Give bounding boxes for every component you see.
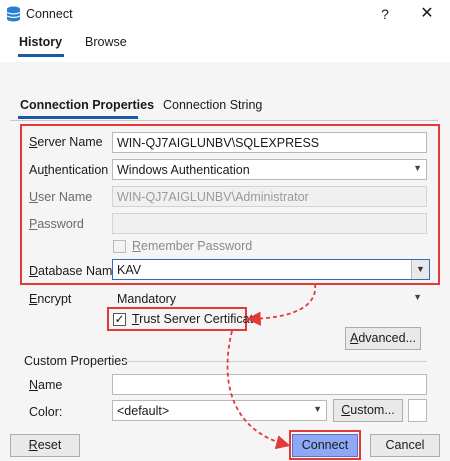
tab-history-indicator xyxy=(18,54,64,57)
chevron-down-icon: ▼ xyxy=(413,292,422,302)
encrypt-select[interactable]: Mandatory ▼ xyxy=(112,288,427,309)
color-label: Color: xyxy=(29,405,63,419)
server-name-label: Server Name xyxy=(29,135,103,149)
help-button[interactable]: ? xyxy=(375,4,395,24)
advanced-button[interactable]: Advanced... xyxy=(345,327,421,350)
chevron-down-icon[interactable]: ▼ xyxy=(411,260,429,279)
chevron-down-icon: ▼ xyxy=(413,163,422,173)
connect-button[interactable]: Connect xyxy=(292,434,358,457)
tab-browse[interactable]: Browse xyxy=(85,35,127,49)
reset-button[interactable]: Reset xyxy=(10,434,80,457)
server-name-field[interactable]: WIN-QJ7AIGLUNBV\SQLEXPRESS xyxy=(112,132,427,153)
tab-connection-properties-indicator xyxy=(18,116,138,119)
tab-connection-properties[interactable]: Connection Properties xyxy=(20,98,154,112)
database-name-value: KAV xyxy=(117,263,142,277)
color-swatch xyxy=(408,399,427,422)
tab-history[interactable]: History xyxy=(19,35,62,49)
authentication-label: Authentication xyxy=(29,163,109,177)
authentication-value: Windows Authentication xyxy=(117,163,250,177)
chevron-down-icon: ▼ xyxy=(313,404,322,414)
custom-properties-heading: Custom Properties xyxy=(24,354,128,368)
authentication-select[interactable]: Windows Authentication ▼ xyxy=(112,159,427,180)
close-button[interactable]: ✕ xyxy=(415,4,439,24)
trust-server-certificate-checkbox[interactable]: ✓ xyxy=(113,313,126,326)
custom-color-button[interactable]: Custom... xyxy=(333,399,403,422)
top-tab-strip xyxy=(0,28,450,62)
tab-divider xyxy=(10,120,438,121)
cancel-button[interactable]: Cancel xyxy=(370,434,440,457)
custom-properties-divider xyxy=(122,361,427,362)
password-field xyxy=(112,213,427,234)
user-name-field: WIN-QJ7AIGLUNBV\Administrator xyxy=(112,186,427,207)
password-label: Password xyxy=(29,217,84,231)
database-name-label: Database Name xyxy=(29,264,120,278)
name-field[interactable] xyxy=(112,374,427,395)
remember-password-label: Remember Password xyxy=(132,239,253,253)
trust-server-certificate-label: Trust Server Certificate xyxy=(132,312,261,326)
remember-password-checkbox xyxy=(113,240,126,253)
name-label: Name xyxy=(29,378,63,392)
database-icon xyxy=(6,6,21,22)
encrypt-value: Mandatory xyxy=(117,292,177,306)
database-name-combobox[interactable]: KAV ▼ xyxy=(112,259,430,280)
window-title: Connect xyxy=(26,7,73,21)
tab-connection-string[interactable]: Connection String xyxy=(163,98,262,112)
color-select[interactable]: <default> ▼ xyxy=(112,400,327,421)
encrypt-label: Encrypt xyxy=(29,292,72,306)
color-value: <default> xyxy=(117,404,170,418)
user-name-label: User Name xyxy=(29,190,93,204)
